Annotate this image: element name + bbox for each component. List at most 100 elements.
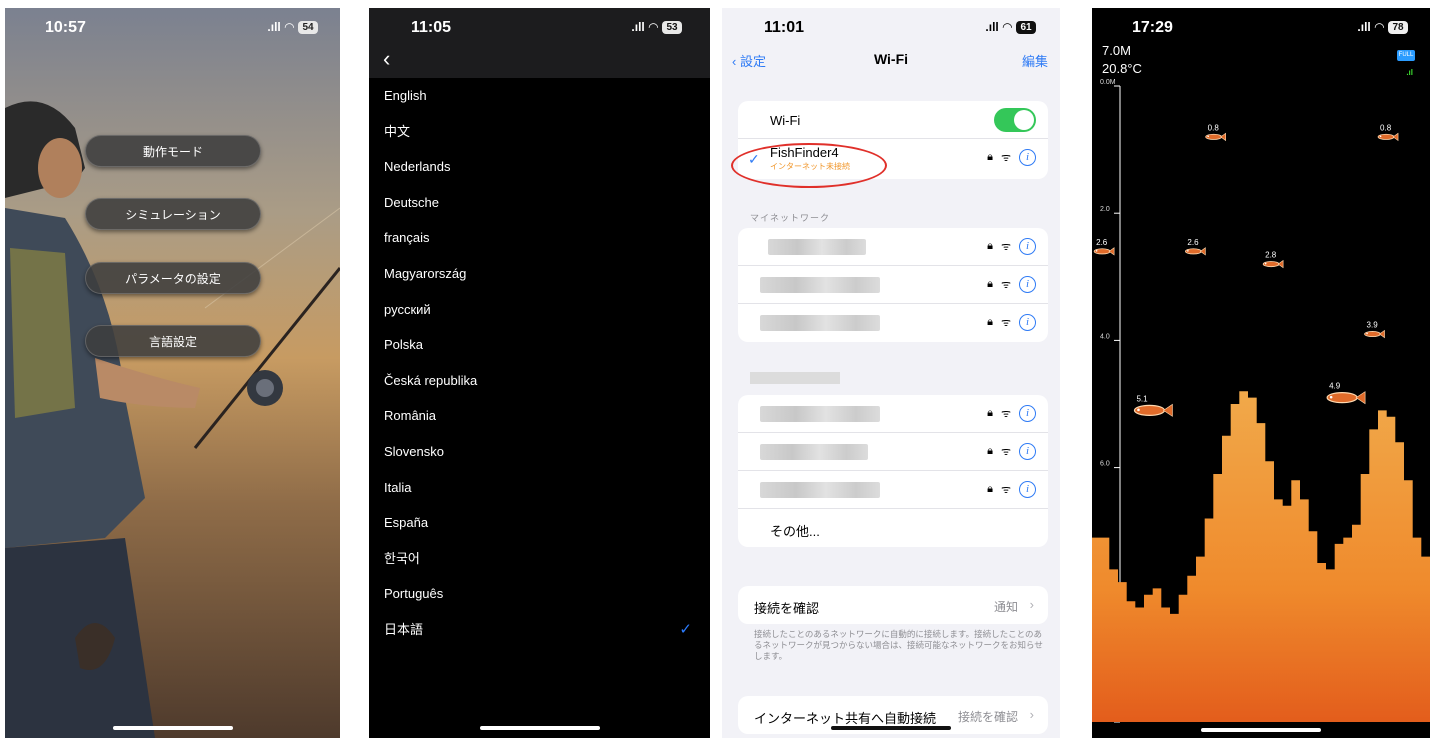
network-row[interactable]: 🔒︎ ᯤ i [738,228,1048,266]
language-label: Česká republika [384,372,478,388]
operation-mode-button[interactable]: 動作モード [85,135,261,167]
network-row[interactable]: 🔒︎ ᯤ i [738,471,1048,509]
lock-icon: 🔒︎ [987,316,993,328]
language-settings-button[interactable]: 言語設定 [85,325,261,357]
wifi-icon: ◠ [1002,20,1012,34]
chevron-right-icon: › [1029,707,1034,722]
language-item[interactable]: România [369,398,710,434]
fish-tail [1277,259,1284,269]
home-indicator[interactable] [112,726,233,730]
language-item[interactable]: Português [369,576,710,612]
my-networks-label: マイネットワーク [750,213,831,223]
fish-tail [1379,329,1385,339]
lock-icon: 🔒︎ [987,483,993,495]
wifi-icon: ◠ [1374,20,1384,34]
status-bar: 11:01 .ıll ◠ 61 [722,8,1060,48]
fish-icon [1377,132,1399,142]
status-icons: .ıll ◠ 54 [267,20,318,34]
checkmark-icon: ✓ [679,620,692,638]
blurred-section-label [750,372,840,384]
edit-button[interactable]: 編集 [1022,51,1048,70]
wifi-toggle-row: Wi-Fi [738,101,1048,139]
status-icons: .ıll ◠ 53 [631,20,682,34]
sonar-display: 0.0M2.04.06.08.010.0 0.80.82.62.62.83.94… [1092,79,1430,723]
info-icon[interactable]: i [1019,149,1036,166]
home-indicator[interactable] [831,726,951,730]
home-indicator[interactable] [1201,728,1321,732]
chevron-left-icon[interactable]: ‹ [383,48,390,70]
language-item[interactable]: Nederlands [369,149,710,185]
language-item[interactable]: Slovensko [369,434,710,470]
blurred-network-name [760,277,880,293]
language-item[interactable]: España [369,505,710,541]
battery-icon: 54 [298,20,318,34]
language-label: Polska [384,337,424,353]
status-time: 17:29 [1132,19,1173,36]
info-icon[interactable]: i [1019,481,1036,498]
wifi-icon: ᯤ [1000,240,1011,253]
fish-icon [1205,132,1226,142]
signal-icon: .ıll [985,20,999,34]
language-item[interactable]: Polska [369,327,710,363]
other-network-row[interactable]: その他... [738,509,1048,547]
language-item[interactable]: Česká republika [369,363,710,399]
fish-depth-label: 0.8 [1208,123,1220,132]
language-item[interactable]: русский [369,292,710,328]
blurred-network-name [768,239,866,255]
language-label: 한국어 [384,550,420,566]
network-row[interactable]: 🔒︎ ᯤ i [738,266,1048,304]
wifi-icon: ᯤ [1000,151,1011,164]
fish-eye [1366,332,1368,335]
network-row[interactable]: 🔒︎ ᯤ i [738,433,1048,471]
battery-full-badge: FULL [1397,50,1415,61]
home-indicator[interactable] [479,726,600,730]
language-item[interactable]: English [369,78,710,114]
language-item[interactable]: 中文 [369,114,710,150]
network-row[interactable]: 🔒︎ ᯤ i [738,395,1048,433]
ask-to-join-label: 接続を確認 [754,601,820,616]
language-item[interactable]: français [369,220,710,256]
ask-to-join-row[interactable]: 接続を確認 通知 › [738,586,1048,624]
simulation-button[interactable]: シミュレーション [85,198,261,230]
wifi-icon: ᯤ [1000,407,1011,420]
sonar-screen: 0.0M2.04.06.08.010.0 0.80.82.62.62.83.94… [1092,8,1430,738]
blurred-network-name [760,482,880,498]
wifi-icon: ᯤ [1000,483,1011,496]
language-item[interactable]: 한국어 [369,541,710,577]
info-icon[interactable]: i [1019,405,1036,422]
language-label: русский [384,301,431,317]
language-item[interactable]: Magyarország [369,256,710,292]
info-icon[interactable]: i [1019,238,1036,255]
lock-icon: 🔒︎ [987,407,993,419]
fish-tail [1108,247,1115,256]
parameter-settings-button[interactable]: パラメータの設定 [85,262,261,294]
wifi-toggle[interactable] [994,108,1036,132]
language-item[interactable]: Deutsche [369,185,710,221]
status-bar: 10:57 .ıll ◠ 54 [5,8,340,48]
fish-icon [1185,247,1206,256]
signal-bars-icon: .ıl [1406,68,1413,77]
fish-tail [1220,132,1226,142]
battery-icon: 61 [1016,20,1036,34]
signal-icon: .ıll [631,20,645,34]
my-networks-card: 🔒︎ ᯤ i 🔒︎ ᯤ i 🔒︎ ᯤ i [738,228,1048,342]
info-icon[interactable]: i [1019,276,1036,293]
fish-icon [1364,329,1385,339]
info-icon[interactable]: i [1019,314,1036,331]
language-item-selected[interactable]: 日本語 ✓ [369,612,710,648]
language-item[interactable]: Italia [369,470,710,506]
info-icon[interactable]: i [1019,443,1036,460]
language-label: Slovensko [384,443,444,459]
status-bar: 17:29 .ıll ◠ 78 [1092,8,1430,48]
network-icons: 🔒︎ ᯤ i [987,481,1036,498]
language-label: Magyarország [384,265,467,281]
signal-icon: .ıll [1357,20,1371,34]
lock-icon: 🔒︎ [987,278,993,290]
fish-icon [1133,403,1173,417]
language-label: Deutsche [384,194,439,210]
language-label: Português [384,586,444,602]
network-row[interactable]: 🔒︎ ᯤ i [738,304,1048,342]
wifi-settings-screen: 11:01 .ıll ◠ 61 ‹ 設定 Wi-Fi 編集 Wi-Fi ✓ Fi… [722,8,1060,738]
language-label: français [384,230,430,246]
app-home-screen: 10:57 .ıll ◠ 54 動作モード シミュレーション パラメータの設定 … [5,8,340,738]
